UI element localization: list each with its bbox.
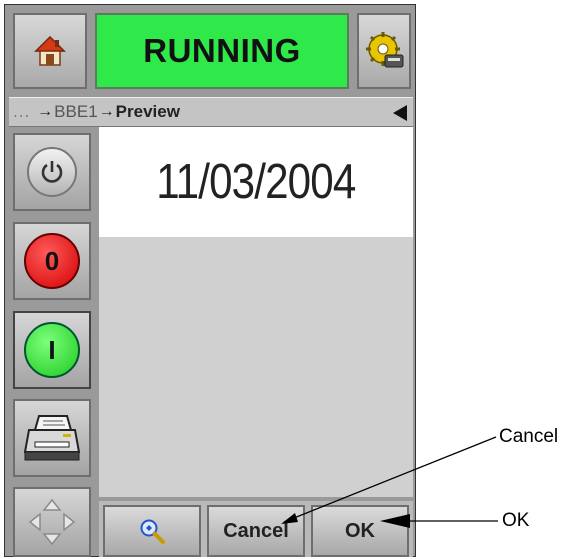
- callout-cancel-label: Cancel: [499, 426, 559, 447]
- callout-ok-label: OK: [502, 510, 530, 531]
- callout-lines: [281, 436, 498, 528]
